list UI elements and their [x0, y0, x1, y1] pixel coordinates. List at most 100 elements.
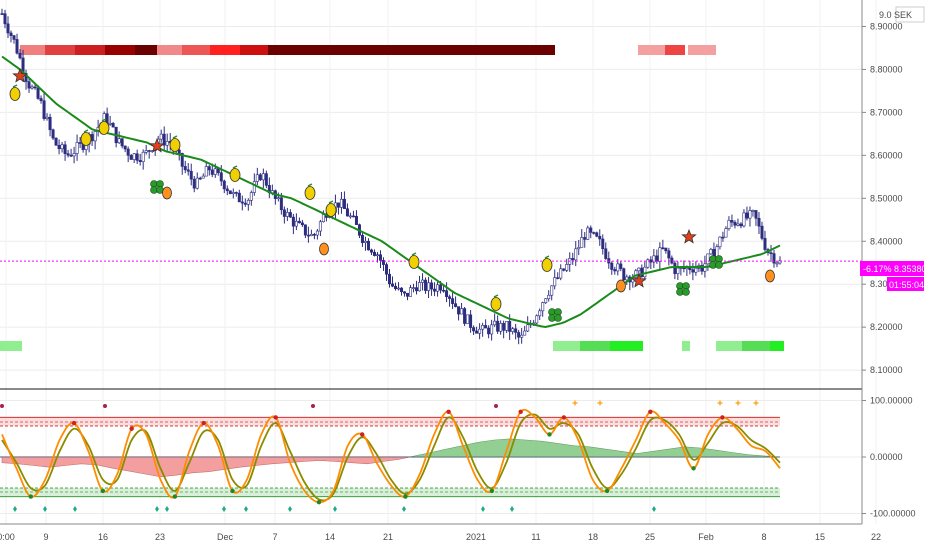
candle-body [394, 285, 398, 290]
candle-body [18, 52, 22, 59]
candle-body [291, 216, 295, 227]
candle-body [706, 253, 710, 265]
osc-tick-label: 100.00000 [870, 395, 913, 405]
candle-body [523, 330, 527, 336]
candle-body [297, 220, 301, 224]
candle-body [640, 267, 644, 278]
signal-bar-top-segment [45, 45, 75, 55]
candle-body [412, 287, 416, 289]
candle-body [258, 174, 262, 181]
candle-body [598, 235, 602, 240]
candle-body [526, 324, 530, 332]
candle-body [745, 212, 749, 219]
time-tick-label: 16 [98, 532, 108, 542]
candle-body [724, 228, 728, 238]
candle-body [613, 269, 617, 272]
candle-body [664, 247, 668, 252]
bar-countdown: 01:55:04 [889, 280, 924, 290]
orange-icon [765, 269, 775, 283]
trough-dot [489, 488, 495, 494]
lemon-icon [408, 255, 420, 269]
candle-body [493, 320, 497, 326]
candle-body [300, 222, 304, 226]
candle-body [336, 202, 340, 208]
lemon-icon [490, 297, 502, 311]
candle-body [375, 254, 379, 257]
osc-tick-label: 0.00000 [870, 452, 903, 462]
candle-body [213, 168, 217, 175]
top-signal-dot [311, 404, 315, 408]
time-tick-label: 9 [43, 532, 48, 542]
candle-body [427, 282, 431, 291]
candle-body [177, 149, 181, 154]
trough-dot [691, 466, 696, 471]
candle-body [739, 223, 743, 227]
price-tick-label: 8.60000 [870, 150, 903, 160]
candle-body [372, 251, 376, 256]
candle-body [15, 39, 19, 54]
signal-bar-bottom-segment [610, 341, 643, 351]
candle-body [315, 230, 319, 236]
candle-body [397, 287, 401, 290]
candle-body [198, 177, 202, 180]
time-tick-label: Dec [217, 532, 234, 542]
candle-body [108, 123, 112, 125]
candle-body [369, 249, 373, 253]
signal-bar-top-segment [20, 45, 45, 55]
candle-body [261, 173, 265, 181]
candle-body [27, 81, 31, 89]
candle-body [556, 277, 560, 279]
orange-icon [616, 279, 626, 293]
trough-dot [172, 494, 178, 499]
peak-dot [359, 432, 365, 437]
candle-body [363, 240, 367, 243]
candle-body [580, 237, 584, 248]
candle-body [436, 284, 440, 292]
time-tick-label: 22 [871, 532, 881, 542]
candle-body [604, 248, 608, 259]
candle-body [111, 123, 115, 128]
candle-body [159, 133, 163, 140]
time-tick-label: Feb [698, 532, 714, 542]
signal-bar-top-segment [105, 45, 135, 55]
candle-body [577, 247, 581, 250]
osc-tick-label: -100.00000 [870, 509, 916, 519]
candle-body [240, 201, 244, 204]
candle-body [3, 13, 7, 25]
lemon-icon [541, 258, 553, 272]
lemon-icon [80, 132, 92, 146]
candle-body [751, 210, 755, 212]
candle-body [643, 266, 647, 278]
candle-body [345, 208, 349, 217]
candle-body [138, 160, 142, 162]
candle-body [237, 192, 241, 203]
candle-body [574, 248, 578, 261]
candle-body [348, 215, 352, 218]
candle-body [63, 144, 67, 154]
candle-body [694, 267, 698, 273]
candle-body [496, 320, 500, 332]
orange-icon [319, 242, 329, 256]
candle-body [60, 144, 64, 150]
lemon-icon [9, 87, 21, 101]
candle-body [48, 116, 52, 131]
clover-leaf-icon [682, 288, 690, 296]
candle-body [342, 198, 346, 210]
candle-body [505, 321, 509, 331]
candle-body [775, 262, 779, 265]
peak-dot [201, 420, 206, 426]
candle-body [246, 199, 250, 205]
candle-body [360, 234, 364, 243]
candle-body [225, 188, 229, 192]
candle-body [285, 212, 289, 217]
time-tick-label: 21 [383, 532, 393, 542]
candle-body [433, 288, 437, 292]
candle-body [736, 223, 740, 226]
time-tick-label: 18 [588, 532, 598, 542]
candle-body [69, 154, 73, 157]
candle-body [763, 238, 767, 250]
candle-body [9, 32, 13, 36]
candle-body [445, 290, 449, 298]
candle-body [667, 250, 671, 259]
candle-body [183, 166, 187, 171]
